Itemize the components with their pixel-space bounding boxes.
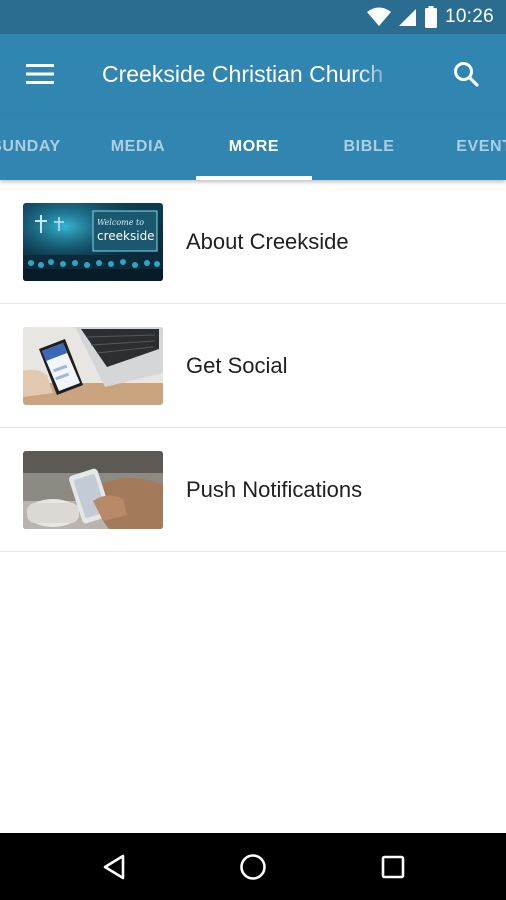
- list-item-label: Push Notifications: [186, 477, 363, 502]
- more-list: Welcome to creekside About Creekside Get…: [0, 180, 506, 552]
- tab-bar: SUNDAY MEDIA MORE BIBLE EVENTS: [0, 114, 506, 180]
- search-icon: [454, 62, 479, 87]
- battery-icon: [424, 6, 437, 28]
- list-item-push-notifications[interactable]: Push Notifications: [0, 428, 506, 552]
- search-button[interactable]: [446, 56, 486, 92]
- menu-button[interactable]: [20, 56, 60, 92]
- signal-icon: [398, 9, 416, 26]
- status-icons: 10:26: [366, 0, 494, 34]
- tab-more[interactable]: MORE: [196, 114, 312, 180]
- list-item-get-social[interactable]: Get Social: [0, 304, 506, 428]
- wifi-icon: [366, 7, 391, 26]
- tab-sunday[interactable]: SUNDAY: [0, 114, 84, 180]
- recents-button[interactable]: [363, 833, 423, 900]
- about-creekside-thumbnail: Welcome to creekside: [23, 203, 163, 281]
- back-triangle-icon: [103, 854, 125, 879]
- list-item-about-creekside[interactable]: Welcome to creekside About Creekside: [0, 180, 506, 304]
- church-stage-image: Welcome to creekside: [23, 203, 163, 281]
- hamburger-menu-icon: [26, 64, 54, 84]
- phone-in-hand-image: [23, 451, 163, 529]
- phone-laptop-image: [23, 327, 163, 405]
- recents-square-icon: [381, 855, 405, 878]
- home-button[interactable]: [223, 833, 283, 900]
- back-button[interactable]: [84, 833, 144, 900]
- home-circle-icon: [240, 853, 266, 880]
- get-social-thumbnail: [23, 327, 163, 405]
- list-item-label: About Creekside: [186, 229, 349, 254]
- thumb-script-text: Welcome to: [97, 218, 144, 227]
- tab-media[interactable]: MEDIA: [80, 114, 196, 180]
- push-notifications-thumbnail: [23, 451, 163, 529]
- app-bar: Creekside Christian Church: [0, 34, 506, 114]
- status-time: 10:26: [444, 6, 494, 27]
- tab-bible[interactable]: BIBLE: [311, 114, 427, 180]
- app-title: Creekside Christian Church: [102, 61, 384, 87]
- status-bar: 10:26: [0, 0, 506, 34]
- tab-events[interactable]: EVENTS: [432, 114, 506, 180]
- thumb-creekside-text: creekside: [97, 229, 155, 243]
- system-nav-bar: [0, 833, 506, 900]
- list-item-label: Get Social: [186, 353, 288, 378]
